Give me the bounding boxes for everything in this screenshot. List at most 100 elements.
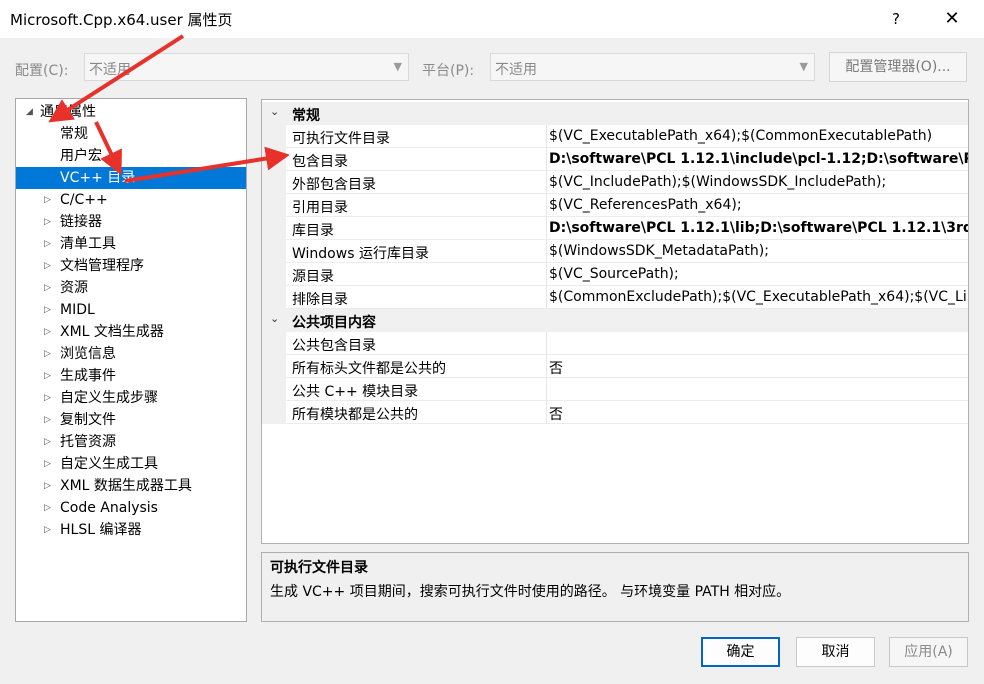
platform-combo[interactable]: 不适用 ▼ <box>490 53 815 81</box>
collapse-chevron-icon[interactable]: ⌄ <box>270 105 279 118</box>
column-divider[interactable] <box>546 401 547 424</box>
property-value[interactable]: $(VC_IncludePath);$(WindowsSDK_IncludePa… <box>549 174 886 190</box>
property-name: 公共包含目录 <box>292 338 376 354</box>
grid-property-row[interactable]: 包含目录 D:\software\PCL 1.12.1\include\pcl-1… <box>262 148 968 171</box>
column-divider[interactable] <box>546 148 547 171</box>
config-manager-button[interactable]: 配置管理器(O)... <box>829 52 967 82</box>
column-divider[interactable] <box>546 171 547 194</box>
tree-item-label: 托管资源 <box>60 434 116 450</box>
tree-item[interactable]: ▷ 链接器 <box>16 211 246 233</box>
collapsed-triangle-icon[interactable]: ▷ <box>44 277 51 299</box>
property-value[interactable]: $(VC_ReferencesPath_x64); <box>549 197 742 213</box>
config-value: 不适用 <box>89 62 131 78</box>
collapsed-triangle-icon[interactable]: ▷ <box>44 189 51 211</box>
description-text: 生成 VC++ 项目期间，搜索可执行文件时使用的路径。 与环境变量 PATH 相… <box>270 584 791 600</box>
expanded-triangle-icon[interactable]: ◢ <box>26 101 33 123</box>
column-divider[interactable] <box>546 378 547 401</box>
apply-button[interactable]: 应用(A) <box>889 637 968 667</box>
property-name: 排除目录 <box>292 292 348 308</box>
property-value[interactable]: $(VC_SourcePath); <box>549 266 679 282</box>
column-divider[interactable] <box>546 217 547 240</box>
row-gutter <box>262 355 286 378</box>
config-combo[interactable]: 不适用 ▼ <box>84 53 409 81</box>
collapsed-triangle-icon[interactable]: ▷ <box>44 475 51 497</box>
tree-item-label: 资源 <box>60 280 88 296</box>
grid-property-row[interactable]: Windows 运行库目录 $(WindowsSDK_MetadataPath); <box>262 240 968 263</box>
description-title: 可执行文件目录 <box>270 560 368 576</box>
grid-property-row[interactable]: 排除目录 $(CommonExcludePath);$(VC_Executable… <box>262 286 968 309</box>
tree-item-label: VC++ 目录 <box>60 170 136 186</box>
tree-item[interactable]: ▷ C/C++ <box>16 189 246 211</box>
collapsed-triangle-icon[interactable]: ▷ <box>44 519 51 541</box>
ok-button[interactable]: 确定 <box>701 637 780 667</box>
help-button[interactable]: ? <box>883 7 909 31</box>
tree-item[interactable]: ▷ 自定义生成步骤 <box>16 387 246 409</box>
collapsed-triangle-icon[interactable]: ▷ <box>44 453 51 475</box>
column-divider[interactable] <box>546 263 547 286</box>
collapsed-triangle-icon[interactable]: ▷ <box>44 299 51 321</box>
column-divider[interactable] <box>546 125 547 148</box>
collapsed-triangle-icon[interactable]: ▷ <box>44 343 51 365</box>
column-divider[interactable] <box>546 332 547 355</box>
tree-item[interactable]: ▷ XML 文档生成器 <box>16 321 246 343</box>
tree-item[interactable]: VC++ 目录 <box>16 167 246 189</box>
collapsed-triangle-icon[interactable]: ▷ <box>44 233 51 255</box>
close-button[interactable]: ✕ <box>938 7 966 31</box>
cancel-button[interactable]: 取消 <box>796 637 875 667</box>
tree-item[interactable]: 用户宏 <box>16 145 246 167</box>
tree-item-label: 清单工具 <box>60 236 116 252</box>
tree-item[interactable]: ▷ 生成事件 <box>16 365 246 387</box>
grid-category-title: 公共项目内容 <box>292 315 376 331</box>
collapsed-triangle-icon[interactable]: ▷ <box>44 255 51 277</box>
grid-property-row[interactable]: 库目录 D:\software\PCL 1.12.1\lib;D:\softwar… <box>262 217 968 240</box>
grid-property-row[interactable]: 引用目录 $(VC_ReferencesPath_x64); <box>262 194 968 217</box>
grid-property-row[interactable]: 公共 C++ 模块目录 <box>262 378 968 401</box>
tree-item[interactable]: 常规 <box>16 123 246 145</box>
property-value[interactable]: 否 <box>549 404 563 424</box>
column-divider[interactable] <box>546 286 547 309</box>
tree-item-root[interactable]: ◢ 通用属性 <box>16 101 246 123</box>
grid-property-row[interactable]: 可执行文件目录 $(VC_ExecutablePath_x64);$(Common… <box>262 125 968 148</box>
property-value[interactable]: D:\software\PCL 1.12.1\lib;D:\software\P… <box>549 220 968 236</box>
collapsed-triangle-icon[interactable]: ▷ <box>44 387 51 409</box>
row-gutter <box>262 263 286 286</box>
grid-property-row[interactable]: 外部包含目录 $(VC_IncludePath);$(WindowsSDK_Inc… <box>262 171 968 194</box>
collapsed-triangle-icon[interactable]: ▷ <box>44 211 51 233</box>
tree-item[interactable]: ▷ 文档管理程序 <box>16 255 246 277</box>
grid-property-row[interactable]: 公共包含目录 <box>262 332 968 355</box>
tree-item[interactable]: ▷ 资源 <box>16 277 246 299</box>
tree-item[interactable]: ▷ 复制文件 <box>16 409 246 431</box>
tree-item[interactable]: ▷ Code Analysis <box>16 497 246 519</box>
grid-property-row[interactable]: 所有标头文件都是公共的 否 <box>262 355 968 378</box>
property-name: 外部包含目录 <box>292 177 376 193</box>
tree-item[interactable]: ▷ HLSL 编译器 <box>16 519 246 541</box>
collapsed-triangle-icon[interactable]: ▷ <box>44 497 51 519</box>
window-title: Microsoft.Cpp.x64.user 属性页 <box>10 11 233 29</box>
tree-item-label: 链接器 <box>60 214 102 230</box>
column-divider[interactable] <box>546 240 547 263</box>
property-value[interactable]: $(VC_ExecutablePath_x64);$(CommonExecuta… <box>549 128 932 144</box>
tree-item[interactable]: ▷ 托管资源 <box>16 431 246 453</box>
tree-item[interactable]: ▷ 浏览信息 <box>16 343 246 365</box>
collapsed-triangle-icon[interactable]: ▷ <box>44 431 51 453</box>
grid-property-row[interactable]: 所有模块都是公共的 否 <box>262 401 968 424</box>
tree-item[interactable]: ▷ 自定义生成工具 <box>16 453 246 475</box>
property-name: 引用目录 <box>292 200 348 216</box>
tree-item[interactable]: ▷ XML 数据生成器工具 <box>16 475 246 497</box>
collapsed-triangle-icon[interactable]: ▷ <box>44 321 51 343</box>
property-value[interactable]: 否 <box>549 358 563 378</box>
grid-property-row[interactable]: 源目录 $(VC_SourcePath); <box>262 263 968 286</box>
grid-category-row[interactable]: ⌄ 公共项目内容 <box>262 309 968 332</box>
collapse-chevron-icon[interactable]: ⌄ <box>270 312 279 325</box>
column-divider[interactable] <box>546 355 547 378</box>
property-value[interactable]: $(CommonExcludePath);$(VC_ExecutablePath… <box>549 289 968 305</box>
tree-item-label: HLSL 编译器 <box>60 522 142 538</box>
tree-item[interactable]: ▷ 清单工具 <box>16 233 246 255</box>
collapsed-triangle-icon[interactable]: ▷ <box>44 365 51 387</box>
tree-item[interactable]: ▷ MIDL <box>16 299 246 321</box>
collapsed-triangle-icon[interactable]: ▷ <box>44 409 51 431</box>
grid-category-row[interactable]: ⌄ 常规 <box>262 102 968 125</box>
property-value[interactable]: $(WindowsSDK_MetadataPath); <box>549 243 769 259</box>
property-value[interactable]: D:\software\PCL 1.12.1\include\pcl-1.12;… <box>549 151 968 167</box>
column-divider[interactable] <box>546 194 547 217</box>
